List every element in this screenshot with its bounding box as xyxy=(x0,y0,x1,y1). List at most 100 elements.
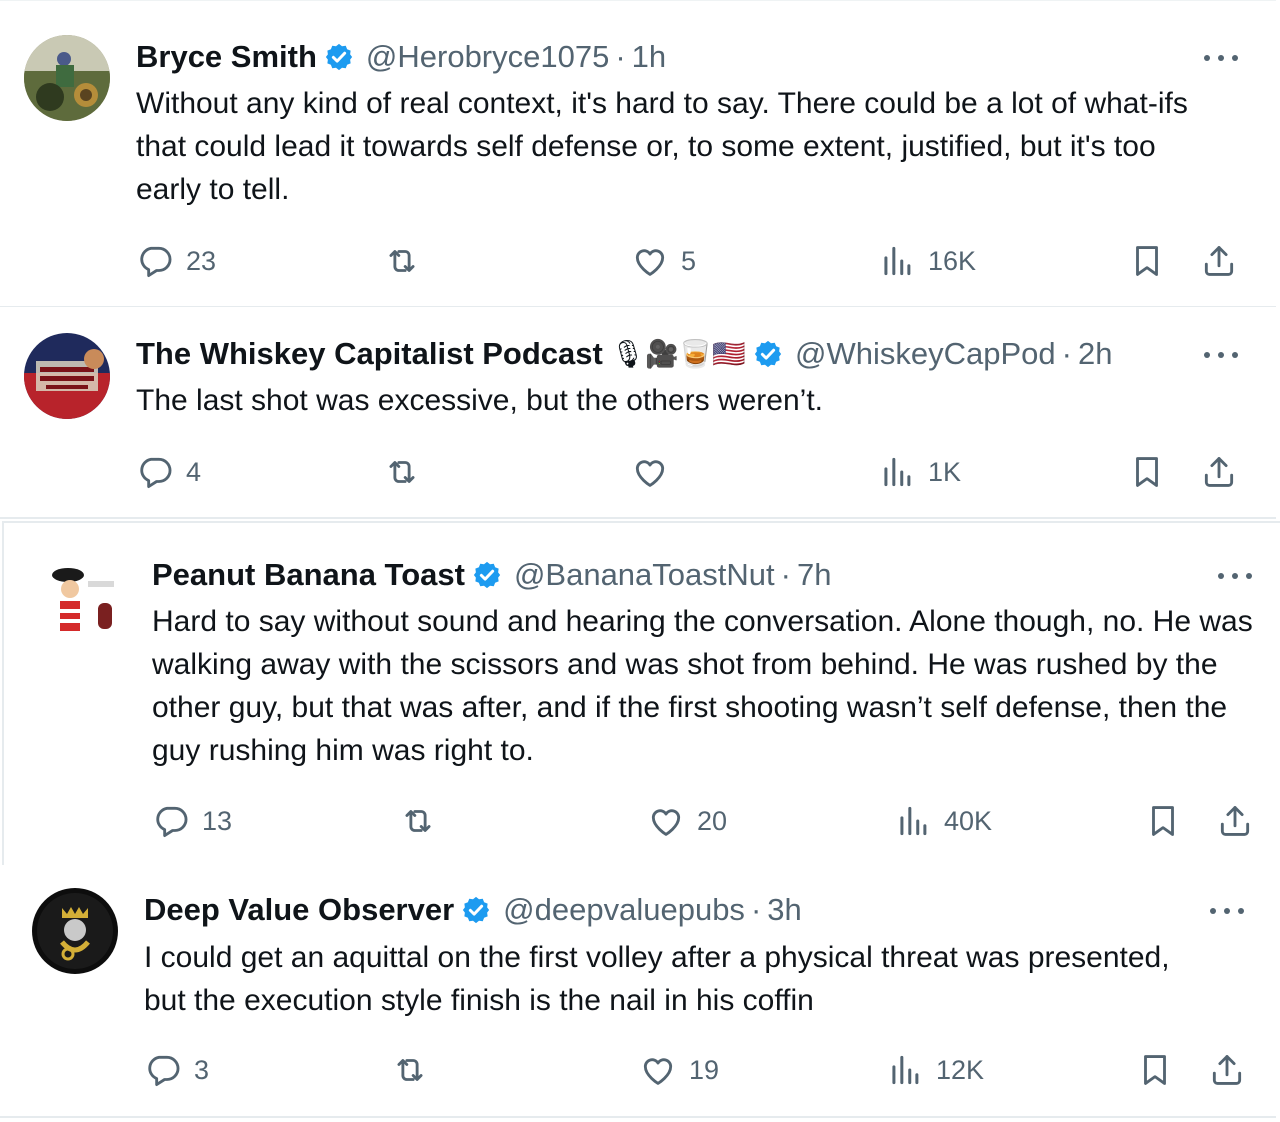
like-button[interactable]: 5 xyxy=(631,239,696,283)
reply-count: 23 xyxy=(186,245,217,276)
avatar[interactable] xyxy=(40,559,126,645)
separator: · xyxy=(780,557,791,592)
separator: · xyxy=(1061,336,1072,371)
display-name[interactable]: Peanut Banana Toast xyxy=(152,555,465,595)
bookmark-button[interactable] xyxy=(1136,1048,1174,1092)
share-button[interactable] xyxy=(1208,1048,1246,1092)
tweet[interactable]: Peanut Banana Toast @BananaToastNut · 7h… xyxy=(2,521,1280,865)
display-name[interactable]: Bryce Smith xyxy=(136,37,317,77)
like-button[interactable] xyxy=(631,450,669,494)
user-handle[interactable]: @WhiskeyCapPod xyxy=(795,334,1056,374)
retweet-icon xyxy=(383,453,421,491)
bookmark-icon xyxy=(1128,242,1166,280)
separator: · xyxy=(615,39,626,74)
bookmark-icon xyxy=(1136,1051,1174,1089)
reply-button[interactable]: 4 xyxy=(136,450,201,494)
view-count: 1K xyxy=(928,456,962,487)
tweet-text: Hard to say without sound and hearing th… xyxy=(152,605,1253,767)
heart-icon xyxy=(631,453,669,491)
timestamp[interactable]: 1h xyxy=(632,37,666,77)
reply-count: 3 xyxy=(194,1054,210,1085)
bookmark-button[interactable] xyxy=(1144,799,1182,843)
views-button[interactable]: 40K xyxy=(894,799,992,843)
action-bar: 3 19 12K xyxy=(144,1048,1254,1092)
more-icon[interactable] xyxy=(1210,906,1244,916)
like-button[interactable]: 19 xyxy=(639,1048,719,1092)
views-icon xyxy=(878,453,916,491)
more-icon[interactable] xyxy=(1204,53,1238,63)
action-bar: 23 5 16K xyxy=(136,239,1246,283)
tweet[interactable]: Deep Value Observer @deepvaluepubs · 3h … xyxy=(0,866,1276,1118)
view-count: 40K xyxy=(944,805,993,836)
views-icon xyxy=(894,802,932,840)
avatar[interactable] xyxy=(32,888,118,974)
views-button[interactable]: 12K xyxy=(886,1048,984,1092)
like-count: 19 xyxy=(689,1054,720,1085)
more-icon[interactable] xyxy=(1218,571,1252,581)
reply-icon xyxy=(136,242,174,280)
verified-badge-icon xyxy=(472,560,502,590)
action-bar: 4 1K xyxy=(136,450,1246,494)
timestamp[interactable]: 2h xyxy=(1078,334,1112,374)
share-icon xyxy=(1200,453,1238,491)
retweet-button[interactable] xyxy=(399,799,437,843)
more-icon[interactable] xyxy=(1204,350,1238,360)
views-button[interactable]: 16K xyxy=(878,239,976,283)
tweet-header: Deep Value Observer @deepvaluepubs · 3h xyxy=(144,890,802,930)
separator: · xyxy=(750,892,762,927)
tweet-header: The Whiskey Capitalist Podcast 🎙🎥🥃🇺🇸 @Wh… xyxy=(136,334,1112,374)
tweet[interactable]: Bryce Smith @Herobryce1075 · 1h Without … xyxy=(0,0,1276,308)
bookmark-icon xyxy=(1144,802,1182,840)
reply-icon xyxy=(136,453,174,491)
verified-badge-icon xyxy=(324,42,354,72)
display-name[interactable]: The Whiskey Capitalist Podcast xyxy=(136,334,603,374)
tweet[interactable]: The Whiskey Capitalist Podcast 🎙🎥🥃🇺🇸 @Wh… xyxy=(0,307,1276,519)
user-handle[interactable]: @deepvaluepubs xyxy=(503,890,745,930)
reply-icon xyxy=(144,1051,182,1089)
share-button[interactable] xyxy=(1200,239,1238,283)
avatar[interactable] xyxy=(24,35,110,121)
views-icon xyxy=(886,1051,924,1089)
views-icon xyxy=(878,242,916,280)
bookmark-button[interactable] xyxy=(1128,450,1166,494)
view-count: 12K xyxy=(936,1054,985,1085)
share-icon xyxy=(1216,802,1254,840)
action-bar: 13 20 40K xyxy=(152,799,1262,843)
bookmark-button[interactable] xyxy=(1128,239,1166,283)
share-icon xyxy=(1208,1051,1246,1089)
bookmark-icon xyxy=(1128,453,1166,491)
like-count: 20 xyxy=(697,805,728,836)
view-count: 16K xyxy=(928,245,977,276)
like-count: 5 xyxy=(681,245,697,276)
timestamp[interactable]: 7h xyxy=(797,555,831,595)
reply-button[interactable]: 3 xyxy=(144,1048,209,1092)
reply-button[interactable]: 23 xyxy=(136,239,216,283)
share-button[interactable] xyxy=(1216,799,1254,843)
retweet-button[interactable] xyxy=(383,239,421,283)
verified-badge-icon xyxy=(461,895,491,925)
display-name[interactable]: Deep Value Observer xyxy=(144,890,454,930)
like-button[interactable]: 20 xyxy=(647,799,727,843)
name-emoji: 🎙🎥🥃🇺🇸 xyxy=(610,339,746,369)
retweet-icon xyxy=(391,1051,429,1089)
retweet-button[interactable] xyxy=(383,450,421,494)
retweet-icon xyxy=(399,802,437,840)
tweet-text: The last shot was excessive, but the oth… xyxy=(136,384,823,417)
avatar[interactable] xyxy=(24,333,110,419)
retweet-icon xyxy=(383,242,421,280)
tweet-header: Bryce Smith @Herobryce1075 · 1h xyxy=(136,37,666,77)
share-button[interactable] xyxy=(1200,450,1238,494)
heart-icon xyxy=(631,242,669,280)
retweet-button[interactable] xyxy=(391,1048,429,1092)
reply-count: 13 xyxy=(202,805,233,836)
timestamp[interactable]: 3h xyxy=(767,890,801,930)
views-button[interactable]: 1K xyxy=(878,450,961,494)
heart-icon xyxy=(647,802,685,840)
heart-icon xyxy=(639,1051,677,1089)
tweet-text: I could get an aquittal on the first vol… xyxy=(144,941,1170,1017)
user-handle[interactable]: @Herobryce1075 xyxy=(366,37,609,77)
user-handle[interactable]: @BananaToastNut xyxy=(514,555,775,595)
tweet-header: Peanut Banana Toast @BananaToastNut · 7h xyxy=(152,555,831,595)
verified-badge-icon xyxy=(753,339,783,369)
reply-button[interactable]: 13 xyxy=(152,799,232,843)
